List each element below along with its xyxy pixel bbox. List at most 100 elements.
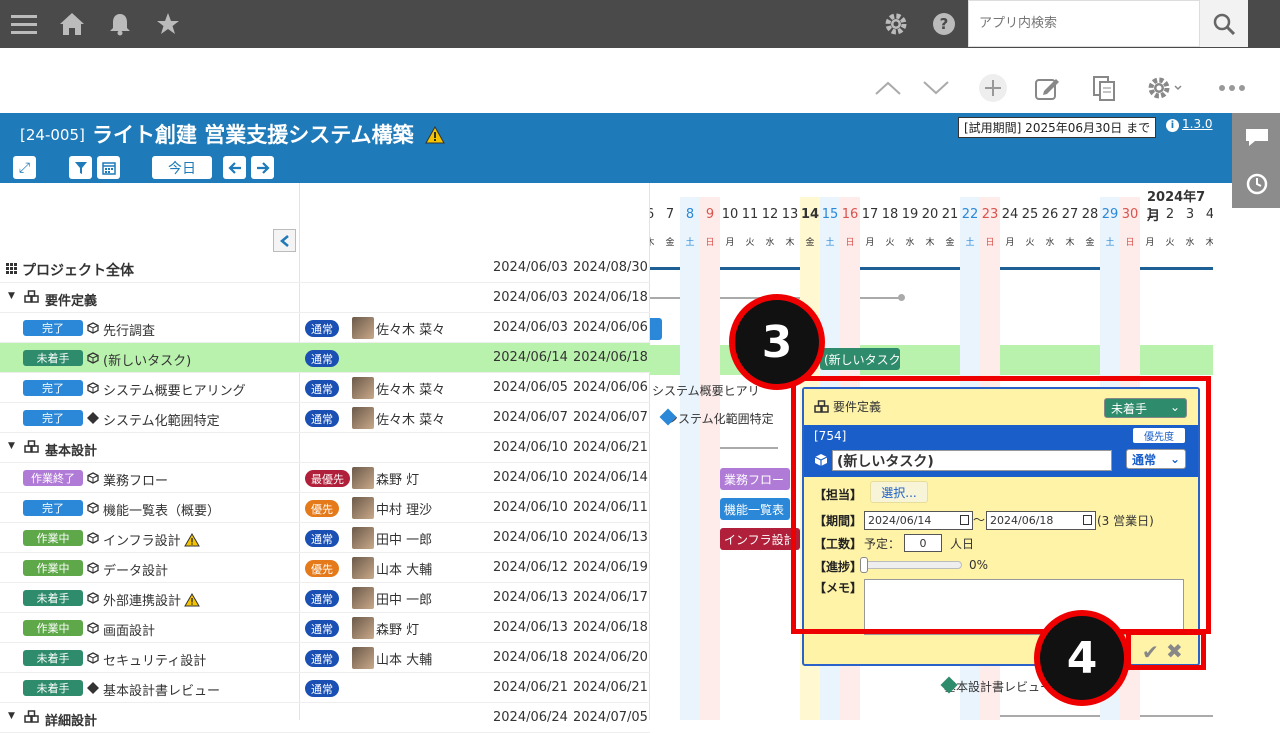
group-row[interactable]: ▼ 要件定義 2024/06/03 2024/06/18	[0, 283, 650, 313]
today-button[interactable]: 今日	[152, 156, 212, 179]
priority-badge[interactable]: 最優先	[305, 470, 350, 487]
priority-badge[interactable]: 通常	[305, 350, 339, 367]
arrow-left-icon	[227, 161, 241, 174]
gantt-bar-pre-research[interactable]	[650, 318, 662, 340]
status-badge[interactable]: 完了	[23, 500, 83, 516]
day-label: 26	[1041, 207, 1059, 222]
copy-record-icon[interactable]	[1088, 72, 1120, 104]
task-row[interactable]: 作業終了 業務フロー 最優先 森野 灯 2024/06/10 2024/06/14	[0, 463, 650, 493]
expand-icon[interactable]: ⤢	[13, 156, 36, 179]
record-settings-icon[interactable]	[1143, 72, 1191, 104]
task-name-text: インフラ設計	[103, 534, 181, 549]
status-badge[interactable]: 完了	[23, 320, 83, 336]
priority-badge[interactable]: 通常	[305, 410, 339, 427]
end-date: 2024/06/17	[573, 590, 648, 605]
status-badge[interactable]: 未着手	[23, 680, 83, 696]
task-row[interactable]: 未着手 (新しいタスク) 通常 2024/06/14 2024/06/18	[0, 343, 650, 373]
comment-icon[interactable]	[1244, 126, 1270, 152]
priority-badge[interactable]: 通常	[305, 650, 339, 667]
status-badge[interactable]: 未着手	[23, 590, 83, 606]
status-badge[interactable]: 作業中	[23, 620, 83, 636]
caret-down-icon[interactable]: ▼	[8, 291, 15, 301]
collapse-panel-button[interactable]	[273, 229, 296, 252]
status-badge[interactable]: 未着手	[23, 650, 83, 666]
weekday-label: 水	[1045, 238, 1055, 248]
gantt-bar-flow[interactable]: 業務フロー	[720, 468, 790, 490]
caret-down-icon[interactable]: ▼	[8, 441, 15, 451]
task-row[interactable]: 未着手 外部連携設計 通常 田中 一郎 2024/06/13 2024/06/17	[0, 583, 650, 613]
assignee[interactable]: 中村 理沙	[352, 497, 432, 519]
end-date: 2024/06/20	[573, 650, 648, 665]
weekday-label: 金	[945, 238, 955, 248]
next-record-icon[interactable]	[920, 72, 952, 104]
gantt-bar-hearing[interactable]: システム概要ヒアリング	[650, 379, 758, 401]
assignee[interactable]: 森野 灯	[352, 467, 419, 489]
weekday-label: 月	[865, 238, 875, 248]
priority-badge[interactable]: 優先	[305, 500, 339, 517]
priority-badge[interactable]: 通常	[305, 620, 339, 637]
task-row[interactable]: 作業中 インフラ設計 通常 田中 一郎 2024/06/10 2024/06/13	[0, 523, 650, 553]
gantt-bar-review[interactable]: 基本設計書レビュー	[940, 675, 1050, 697]
start-date: 2024/06/10	[493, 500, 568, 515]
priority-badge[interactable]: 通常	[305, 320, 339, 337]
assignee[interactable]: 佐々木 菜々	[352, 377, 445, 399]
gantt-bar-func[interactable]: 機能一覧表	[720, 498, 790, 520]
assignee[interactable]: 田中 一郎	[352, 527, 432, 549]
assignee[interactable]: 田中 一郎	[352, 587, 432, 609]
star-icon[interactable]	[152, 8, 184, 40]
search-input[interactable]	[969, 1, 1199, 46]
priority-badge[interactable]: 通常	[305, 590, 339, 607]
assignee[interactable]: 森野 灯	[352, 617, 419, 639]
avatar	[352, 377, 374, 399]
project-row[interactable]: プロジェクト全体 2024/06/03 2024/08/30	[0, 253, 650, 283]
task-name: 外部連携設計	[103, 590, 200, 609]
menu-icon[interactable]	[8, 8, 40, 40]
gantt-bar-new-task[interactable]: (新しいタスク)	[820, 348, 900, 370]
task-row[interactable]: 作業中 データ設計 優先 山本 大輔 2024/06/12 2024/06/19	[0, 553, 650, 583]
weekday-label: 木	[1205, 238, 1213, 248]
task-row[interactable]: 作業中 画面設計 通常 森野 灯 2024/06/13 2024/06/18	[0, 613, 650, 643]
assignee[interactable]: 佐々木 菜々	[352, 317, 445, 339]
add-record-icon[interactable]	[977, 72, 1009, 104]
gantt-bar-scope[interactable]: システム化範囲特定	[662, 407, 782, 429]
history-icon[interactable]	[1245, 172, 1269, 200]
previous-record-icon[interactable]	[872, 72, 904, 104]
edit-icon[interactable]	[1031, 72, 1063, 104]
status-badge[interactable]: 未着手	[23, 350, 83, 366]
version-link[interactable]: i 1.3.0	[1166, 117, 1213, 132]
task-row[interactable]: 完了 システム化範囲特定 通常 佐々木 菜々 2024/06/07 2024/06/07	[0, 403, 650, 433]
task-row[interactable]: 未着手 セキュリティ設計 通常 山本 大輔 2024/06/18 2024/06/20	[0, 643, 650, 673]
priority-badge[interactable]: 通常	[305, 380, 339, 397]
status-badge[interactable]: 作業中	[23, 560, 83, 576]
assignee[interactable]: 佐々木 菜々	[352, 407, 445, 429]
status-badge[interactable]: 完了	[23, 380, 83, 396]
more-options-icon[interactable]	[1216, 72, 1248, 104]
status-badge[interactable]: 作業中	[23, 530, 83, 546]
status-badge[interactable]: 作業終了	[23, 470, 83, 486]
task-row[interactable]: 完了 先行調査 通常 佐々木 菜々 2024/06/03 2024/06/06	[0, 313, 650, 343]
assignee[interactable]: 山本 大輔	[352, 557, 432, 579]
gantt-bar-infra[interactable]: インフラ設計	[720, 528, 800, 550]
settings-icon[interactable]	[880, 8, 912, 40]
group-row[interactable]: ▼ 詳細設計 2024/06/24 2024/07/05	[0, 703, 650, 733]
assignee[interactable]: 山本 大輔	[352, 647, 432, 669]
group-row[interactable]: ▼ 基本設計 2024/06/10 2024/06/21	[0, 433, 650, 463]
help-icon[interactable]: ?	[928, 8, 960, 40]
task-name: 基本設計書レビュー	[103, 680, 220, 699]
task-row[interactable]: 完了 システム概要ヒアリング 通常 佐々木 菜々 2024/06/05 2024/06/0…	[0, 373, 650, 403]
priority-badge[interactable]: 優先	[305, 560, 339, 577]
task-row[interactable]: 完了 機能一覧表（概要） 優先 中村 理沙 2024/06/10 2024/06/11	[0, 493, 650, 523]
bell-icon[interactable]	[104, 8, 136, 40]
home-icon[interactable]	[56, 8, 88, 40]
priority-badge[interactable]: 通常	[305, 530, 339, 547]
status-badge[interactable]: 完了	[23, 410, 83, 426]
end-date: 2024/06/21	[573, 680, 648, 695]
priority-badge[interactable]: 通常	[305, 680, 339, 697]
prev-period-button[interactable]	[223, 156, 246, 179]
task-row[interactable]: 未着手 基本設計書レビュー 通常 2024/06/21 2024/06/21	[0, 673, 650, 703]
calendar-icon[interactable]	[97, 156, 120, 179]
search-button[interactable]	[1200, 0, 1248, 47]
next-period-button[interactable]	[251, 156, 274, 179]
app-search-box[interactable]	[968, 0, 1200, 47]
filter-icon[interactable]	[69, 156, 92, 179]
